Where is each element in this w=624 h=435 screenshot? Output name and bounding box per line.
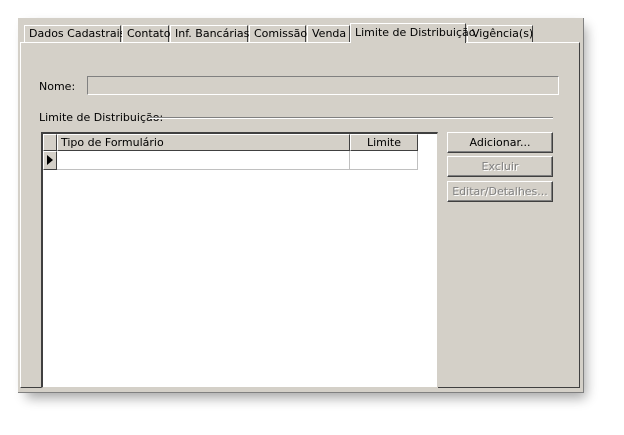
dialog-window: Dados Cadastrais Contato Inf. Bancárias … bbox=[18, 18, 584, 393]
group-divider bbox=[149, 117, 553, 119]
grid-header-tipo[interactable]: Tipo de Formulário bbox=[57, 134, 350, 151]
tab-contato[interactable]: Contato bbox=[122, 25, 170, 42]
tab-comissao[interactable]: Comissão bbox=[249, 25, 307, 42]
delete-button[interactable]: Excluir bbox=[447, 156, 553, 177]
grid-header-limite[interactable]: Limite bbox=[350, 134, 418, 151]
grid-cell-tipo[interactable] bbox=[57, 151, 350, 170]
limite-grid[interactable]: Tipo de Formulário Limite bbox=[41, 132, 438, 388]
tab-panel: Nome: Limite de Distribuição: Tipo de Fo… bbox=[20, 42, 580, 388]
nome-label: Nome: bbox=[39, 80, 76, 93]
nome-field bbox=[87, 76, 559, 95]
grid-cell-limite[interactable] bbox=[350, 151, 418, 170]
current-row-arrow-icon bbox=[47, 155, 53, 165]
edit-details-button[interactable]: Editar/Detalhes... bbox=[447, 181, 553, 202]
tab-limite-distribuicao[interactable]: Limite de Distribuição bbox=[350, 23, 475, 43]
tab-dados-cadastrais[interactable]: Dados Cadastrais bbox=[24, 25, 125, 42]
limite-group-title: Limite de Distribuição: bbox=[39, 111, 164, 124]
add-button[interactable]: Adicionar... bbox=[447, 132, 553, 153]
tab-strip: Dados Cadastrais Contato Inf. Bancárias … bbox=[20, 23, 580, 43]
row-indicator bbox=[43, 151, 57, 170]
tab-vigencias[interactable]: Vigência(s) bbox=[467, 25, 533, 42]
tab-venda[interactable]: Venda bbox=[307, 25, 350, 42]
grid-corner bbox=[43, 134, 57, 151]
tab-inf-bancarias[interactable]: Inf. Bancárias bbox=[170, 25, 249, 42]
